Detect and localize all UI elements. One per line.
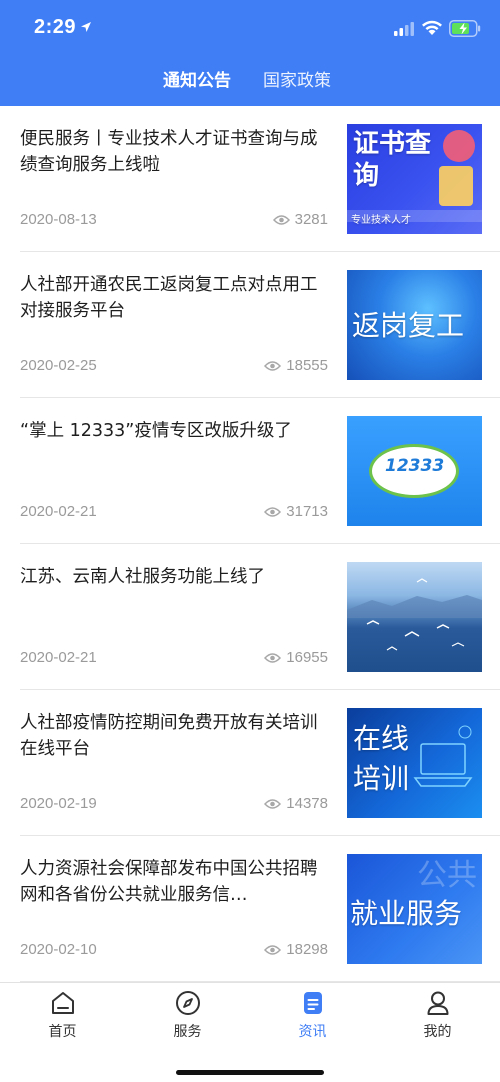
thumbnail-text: 12333	[385, 456, 445, 476]
news-view-count: 3281	[294, 211, 328, 228]
news-view-count: 18555	[286, 357, 328, 374]
eye-icon	[264, 506, 282, 517]
news-date: 2020-02-10	[20, 941, 97, 958]
thumbnail-text: 返岗复工	[352, 309, 465, 342]
tabbar-service[interactable]: 服务	[125, 989, 250, 1049]
news-thumbnail: 返岗复工	[347, 270, 482, 380]
news-view-count: 14378	[286, 795, 328, 812]
location-arrow-icon	[81, 22, 91, 32]
news-title: 便民服务丨专业技术人才证书查询与成绩查询服务上线啦	[20, 129, 318, 175]
news-item[interactable]: 人社部开通农民工返岗复工点对点用工对接服务平台 2020-02-25 18555…	[0, 252, 500, 398]
news-views: 18555	[264, 357, 328, 374]
tabbar-label: 首页	[48, 1024, 77, 1040]
news-title: “掌上 12333”疫情专区改版升级了	[20, 421, 292, 441]
news-date: 2020-08-13	[20, 211, 97, 228]
news-views: 31713	[264, 503, 328, 520]
news-view-count: 31713	[286, 503, 328, 520]
status-time: 2:29	[34, 16, 77, 38]
eye-icon	[264, 798, 282, 809]
bottom-tab-bar: 首页 服务 资讯 我的	[0, 982, 500, 1082]
news-title: 人力资源社会保障部发布中国公共招聘网和各省份公共就业服务信…	[20, 859, 318, 905]
news-date: 2020-02-21	[20, 503, 97, 520]
news-title: 人社部疫情防控期间免费开放有关培训在线平台	[20, 713, 318, 759]
thumbnail-text: 就业服务	[350, 897, 463, 930]
news-item[interactable]: 人力资源社会保障部发布中国公共招聘网和各省份公共就业服务信… 2020-02-1…	[0, 836, 500, 982]
news-thumbnail: 12333	[347, 416, 482, 526]
news-view-count: 16955	[286, 649, 328, 666]
tabbar-label: 我的	[423, 1024, 452, 1040]
tab-notices[interactable]: 通知公告	[163, 66, 231, 91]
battery-charging-icon	[449, 20, 481, 37]
header-tabs: 通知公告 国家政策	[0, 64, 500, 94]
eye-icon	[264, 360, 282, 371]
tabbar-home[interactable]: 首页	[0, 989, 125, 1049]
tab-national-policy[interactable]: 国家政策	[263, 66, 331, 91]
eye-icon	[264, 652, 282, 663]
status-bar: 2:29	[0, 0, 500, 58]
news-item[interactable]: 便民服务丨专业技术人才证书查询与成绩查询服务上线啦 2020-08-13 328…	[0, 106, 500, 252]
cellular-signal-icon	[394, 22, 414, 36]
thumbnail-text-line1: 在线	[353, 722, 410, 755]
thumbnail-text: 证书查询	[353, 129, 432, 191]
thumbnail-subtext: 专业技术人才	[351, 215, 411, 226]
news-views: 3281	[272, 211, 328, 228]
news-date: 2020-02-25	[20, 357, 97, 374]
news-thumbnail: 在线 培训	[347, 708, 482, 818]
news-views: 18298	[264, 941, 328, 958]
compass-icon	[175, 991, 200, 1015]
news-view-count: 18298	[286, 941, 328, 958]
news-item[interactable]: 人社部疫情防控期间免费开放有关培训在线平台 2020-02-19 14378 在…	[0, 690, 500, 836]
news-thumbnail: 公共 就业服务	[347, 854, 482, 964]
news-views: 16955	[264, 649, 328, 666]
tabbar-news[interactable]: 资讯	[250, 989, 375, 1049]
eye-icon	[264, 944, 282, 955]
news-item[interactable]: 江苏、云南人社服务功能上线了 2020-02-21 16955	[0, 544, 500, 690]
thumbnail-background-text: 公共	[417, 858, 477, 893]
tabbar-mine[interactable]: 我的	[375, 989, 500, 1049]
lake-seagulls-illustration	[347, 578, 482, 651]
news-title: 人社部开通农民工返岗复工点对点用工对接服务平台	[20, 275, 318, 321]
news-date: 2020-02-21	[20, 649, 97, 666]
document-icon	[303, 992, 322, 1014]
app-header: 2:29 通知公告 国家政策	[0, 0, 500, 106]
news-views: 14378	[264, 795, 328, 812]
news-title: 江苏、云南人社服务功能上线了	[20, 567, 265, 587]
news-item[interactable]: “掌上 12333”疫情专区改版升级了 2020-02-21 31713 123…	[0, 398, 500, 544]
wifi-icon	[422, 20, 442, 35]
home-indicator	[176, 1070, 324, 1075]
tabbar-label: 服务	[173, 1024, 202, 1040]
news-thumbnail	[347, 562, 482, 672]
user-icon	[427, 991, 448, 1015]
thumbnail-text-line2: 培训	[353, 762, 410, 795]
news-thumbnail: 证书查询 专业技术人才	[347, 124, 482, 234]
tabbar-label: 资讯	[298, 1024, 327, 1040]
news-date: 2020-02-19	[20, 795, 97, 812]
eye-icon	[272, 214, 290, 225]
news-list: 便民服务丨专业技术人才证书查询与成绩查询服务上线啦 2020-08-13 328…	[0, 106, 500, 982]
home-icon	[51, 992, 74, 1014]
